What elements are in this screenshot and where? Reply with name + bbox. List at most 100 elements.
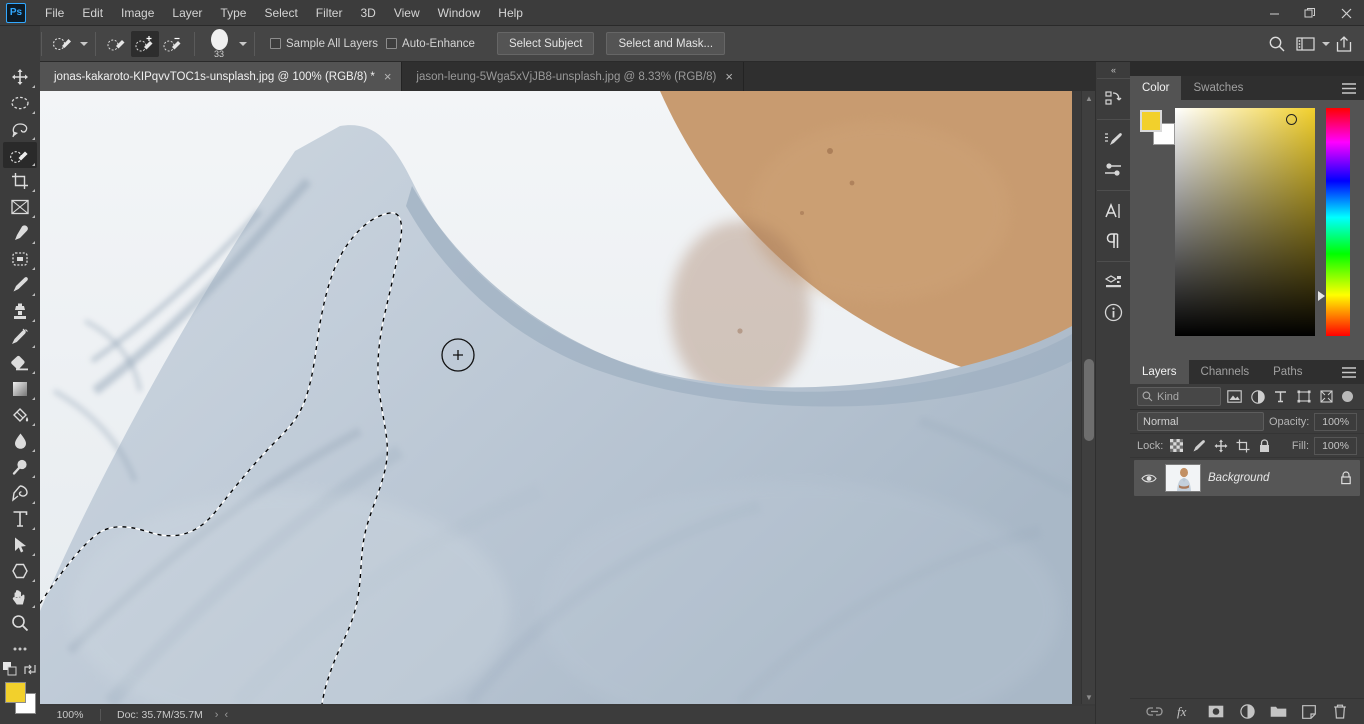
quick-selection-tool[interactable] xyxy=(3,142,37,168)
panel-menu-icon[interactable] xyxy=(1340,76,1358,100)
adjustment-layer-icon[interactable] xyxy=(1238,703,1256,721)
layer-name[interactable]: Background xyxy=(1208,472,1330,484)
crop-tool[interactable] xyxy=(3,168,37,194)
lock-all-icon[interactable] xyxy=(1256,437,1273,454)
menu-3d[interactable]: 3D xyxy=(351,2,384,24)
workspace-icon[interactable] xyxy=(1291,31,1319,57)
search-icon[interactable] xyxy=(1263,31,1291,57)
sample-all-layers-checkbox[interactable]: Sample All Layers xyxy=(270,38,378,50)
panel-menu-icon[interactable] xyxy=(1340,360,1358,384)
character-icon[interactable] xyxy=(1098,196,1128,226)
add-to-selection-button[interactable] xyxy=(131,30,159,57)
subtract-from-selection-button[interactable] xyxy=(159,31,187,57)
canvas-vertical-scrollbar[interactable]: ▲ ▼ xyxy=(1081,91,1095,704)
eraser-tool[interactable] xyxy=(3,350,37,376)
canvas-area[interactable]: ▲ ▼ xyxy=(40,91,1095,724)
foreground-color-swatch[interactable] xyxy=(1140,110,1162,132)
close-icon[interactable]: × xyxy=(725,70,733,83)
color-spectrum-field[interactable] xyxy=(1175,108,1315,336)
link-layers-icon[interactable] xyxy=(1145,703,1163,721)
tool-preset-icon[interactable] xyxy=(49,31,77,57)
opacity-value[interactable]: 100% xyxy=(1314,412,1357,431)
swap-colors-icon[interactable] xyxy=(23,663,37,676)
healing-brush-tool[interactable] xyxy=(3,246,37,272)
fill-value[interactable]: 100% xyxy=(1314,436,1357,455)
move-tool[interactable] xyxy=(3,64,37,90)
eyedropper-tool[interactable] xyxy=(3,220,37,246)
menu-help[interactable]: Help xyxy=(489,2,532,24)
tab-paths[interactable]: Paths xyxy=(1261,360,1315,384)
brush-options-chevron-down-icon[interactable] xyxy=(239,41,247,46)
menu-filter[interactable]: Filter xyxy=(307,2,352,24)
collapse-panels-icon[interactable]: « xyxy=(1096,62,1131,78)
pixel-filter-icon[interactable] xyxy=(1225,387,1244,406)
default-colors-icon[interactable] xyxy=(3,662,17,676)
lock-artboard-icon[interactable] xyxy=(1234,437,1251,454)
brush-size-preview[interactable]: 33 xyxy=(202,28,236,59)
workspace-chevron-down-icon[interactable] xyxy=(1322,41,1330,46)
paragraph-icon[interactable] xyxy=(1098,226,1128,256)
menu-edit[interactable]: Edit xyxy=(73,2,112,24)
brush-presets-icon[interactable] xyxy=(1098,155,1128,185)
scroll-down-icon[interactable]: ▼ xyxy=(1082,690,1095,704)
paint-bucket-tool[interactable] xyxy=(3,402,37,428)
frame-tool[interactable] xyxy=(3,194,37,220)
hand-tool[interactable] xyxy=(3,584,37,610)
share-icon[interactable] xyxy=(1330,31,1358,57)
new-layer-icon[interactable] xyxy=(1300,703,1318,721)
filter-toggle-switch[interactable] xyxy=(1342,391,1353,402)
menu-type[interactable]: Type xyxy=(211,2,255,24)
clone-stamp-tool[interactable] xyxy=(3,298,37,324)
status-collapse-icon[interactable]: ‹ xyxy=(224,709,228,721)
toolbar-color-swatches[interactable] xyxy=(3,682,37,718)
tab-color[interactable]: Color xyxy=(1130,76,1182,100)
zoom-level[interactable]: 100% xyxy=(40,709,100,721)
type-filter-icon[interactable] xyxy=(1271,387,1290,406)
close-icon[interactable] xyxy=(1328,0,1364,26)
lasso-tool[interactable] xyxy=(3,116,37,142)
scroll-up-icon[interactable]: ▲ xyxy=(1082,91,1095,105)
zoom-tool[interactable] xyxy=(3,610,37,636)
blend-mode-select[interactable]: Normal xyxy=(1137,412,1264,431)
gradient-tool[interactable] xyxy=(3,376,37,402)
delete-layer-icon[interactable] xyxy=(1331,703,1349,721)
type-tool[interactable] xyxy=(3,506,37,532)
path-selection-tool[interactable] xyxy=(3,532,37,558)
new-selection-button[interactable] xyxy=(103,31,131,57)
color-panel-swatches[interactable] xyxy=(1140,110,1175,145)
foreground-color-swatch[interactable] xyxy=(5,682,26,703)
history-icon[interactable] xyxy=(1098,84,1128,114)
libraries-icon[interactable] xyxy=(1098,267,1128,297)
tab-channels[interactable]: Channels xyxy=(1188,360,1262,384)
menu-image[interactable]: Image xyxy=(112,2,163,24)
layer-thumbnail[interactable] xyxy=(1165,464,1201,492)
brush-tool[interactable] xyxy=(3,272,37,298)
marquee-tool[interactable] xyxy=(3,90,37,116)
info-icon[interactable] xyxy=(1098,297,1128,327)
document-image[interactable] xyxy=(40,91,1072,704)
dodge-tool[interactable] xyxy=(3,454,37,480)
menu-layer[interactable]: Layer xyxy=(163,2,211,24)
shape-filter-icon[interactable] xyxy=(1294,387,1313,406)
brush-settings-icon[interactable] xyxy=(1098,125,1128,155)
lock-image-icon[interactable] xyxy=(1190,437,1207,454)
menu-window[interactable]: Window xyxy=(429,2,490,24)
more-tools[interactable] xyxy=(3,636,37,662)
lock-transparency-icon[interactable] xyxy=(1168,437,1185,454)
document-tab-active[interactable]: jonas-kakaroto-KIPqvvTOC1s-unsplash.jpg … xyxy=(40,62,403,91)
color-picker-body[interactable] xyxy=(1130,100,1364,370)
menu-file[interactable]: File xyxy=(36,2,73,24)
tab-swatches[interactable]: Swatches xyxy=(1181,76,1256,100)
hue-slider[interactable] xyxy=(1326,108,1350,336)
menu-view[interactable]: View xyxy=(385,2,429,24)
menu-select[interactable]: Select xyxy=(255,2,306,24)
layer-kind-filter[interactable]: Kind xyxy=(1137,387,1221,406)
layer-mask-icon[interactable] xyxy=(1207,703,1225,721)
status-expand-icon[interactable]: › xyxy=(215,709,219,721)
history-brush-tool[interactable] xyxy=(3,324,37,350)
color-field-cursor[interactable] xyxy=(1286,114,1297,125)
lock-position-icon[interactable] xyxy=(1212,437,1229,454)
shape-tool[interactable] xyxy=(3,558,37,584)
smart-object-filter-icon[interactable] xyxy=(1317,387,1336,406)
blur-tool[interactable] xyxy=(3,428,37,454)
